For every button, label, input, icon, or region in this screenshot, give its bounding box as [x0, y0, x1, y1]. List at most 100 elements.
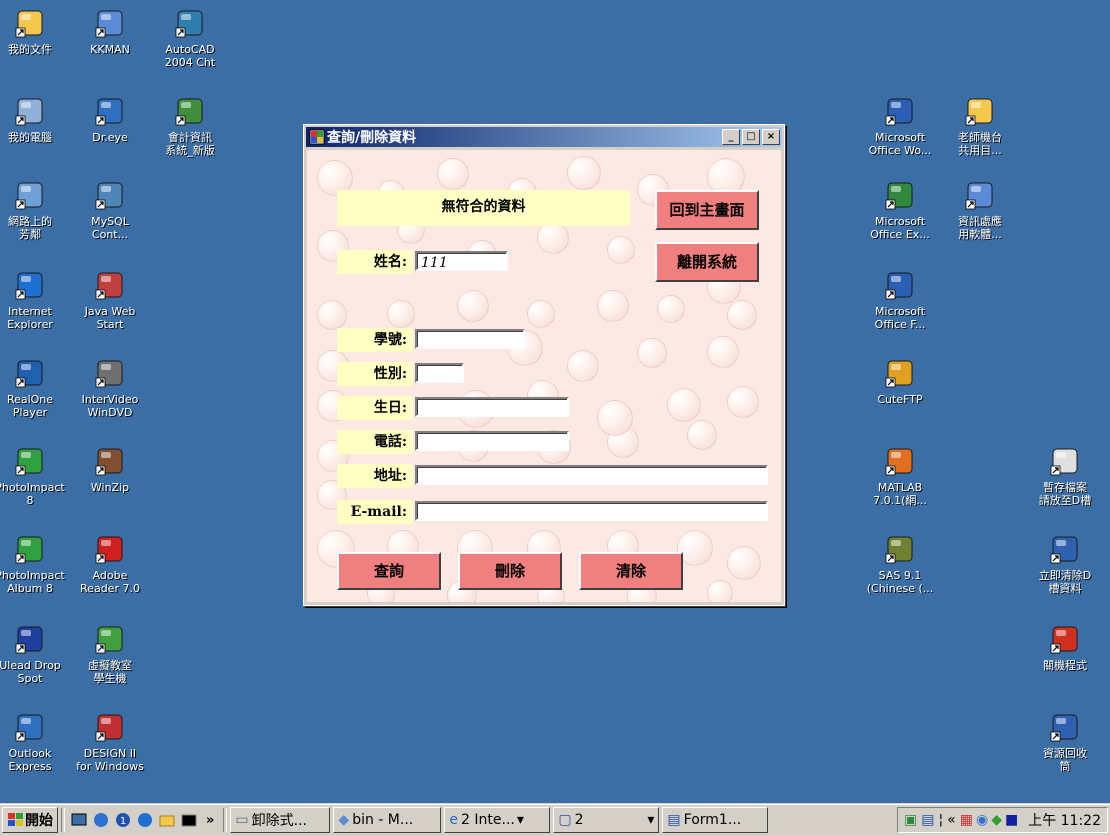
start-button[interactable]: 開始 — [2, 807, 58, 833]
background-bubble — [437, 158, 469, 190]
ime-icon[interactable]: ▣ — [904, 812, 917, 828]
desktop-shortcut[interactable]: 網路上的 芳鄰 — [0, 180, 70, 241]
name-field[interactable]: 111 — [415, 251, 508, 271]
back-to-main-button[interactable]: 回到主畫面 — [655, 190, 759, 230]
desktop-shortcut[interactable]: KKMAN — [70, 8, 150, 56]
quicklaunch-ie-icon[interactable] — [136, 811, 154, 829]
birthday-label: 生日: — [337, 396, 413, 420]
taskbar-separator — [61, 808, 65, 832]
address-label: 地址: — [337, 464, 413, 488]
desktop-shortcut[interactable]: Microsoft Office F... — [860, 270, 940, 331]
quicklaunch-console-icon[interactable] — [180, 811, 198, 829]
shortcut-label: Internet Explorer — [7, 305, 53, 331]
frontpage-icon — [884, 270, 916, 302]
desktop-shortcut[interactable]: RealOne Player — [0, 358, 70, 419]
dropdown-arrow-icon: ▾ — [516, 812, 524, 828]
desktop-shortcut[interactable]: 資源回收 筒 — [1025, 712, 1105, 773]
desktop-shortcut[interactable]: WinZip — [70, 446, 150, 494]
desktop-shortcut[interactable]: 我的電腦 — [0, 96, 70, 144]
quicklaunch-chevron[interactable]: » — [206, 813, 214, 828]
ulead-drop-icon — [14, 624, 46, 656]
shutdown-icon — [1049, 624, 1081, 656]
desktop-shortcut[interactable]: MySQL Cont... — [70, 180, 150, 241]
desktop-shortcut[interactable]: MATLAB 7.0.1(網... — [860, 446, 940, 507]
desktop-shortcut[interactable]: Dr.eye — [70, 96, 150, 144]
query-button[interactable]: 查詢 — [337, 552, 441, 590]
task-bin[interactable]: ◆ bin - M... — [333, 807, 442, 833]
maximize-button[interactable]: □ — [742, 129, 760, 145]
desktop-shortcut[interactable]: CuteFTP — [860, 358, 940, 406]
task-form1[interactable]: ▤ Form1... — [662, 807, 769, 833]
delete-button[interactable]: 刪除 — [458, 552, 562, 590]
close-button[interactable]: × — [762, 129, 780, 145]
title-bar[interactable]: 查詢/刪除資料 _ □ × — [306, 127, 782, 147]
tray-app-icon-3[interactable]: ◆ — [991, 812, 1002, 828]
quicklaunch-folder-icon[interactable] — [158, 811, 176, 829]
shortcut-label: 立即清除D 槽資料 — [1038, 569, 1092, 595]
desktop-shortcut[interactable]: AutoCAD 2004 Cht — [150, 8, 230, 69]
show-desktop-icon[interactable] — [70, 811, 88, 829]
desktop-shortcut[interactable]: 暫存檔案 請放至D槽 — [1025, 446, 1105, 507]
student-id-field[interactable] — [415, 329, 525, 349]
cuteftp-icon — [884, 358, 916, 390]
background-bubble — [707, 336, 739, 368]
background-bubble — [567, 350, 599, 382]
desktop-shortcut[interactable]: Microsoft Office Ex... — [860, 180, 940, 241]
desktop-shortcut[interactable]: 虛擬教室 學生機 — [70, 624, 150, 685]
desktop-shortcut[interactable]: PhotoImpact Album 8 — [0, 534, 70, 595]
desktop-shortcut[interactable]: Outlook Express — [0, 712, 70, 773]
desktop-shortcut[interactable]: Adobe Reader 7.0 — [70, 534, 150, 595]
minimize-button[interactable]: _ — [722, 129, 740, 145]
shortcut-label: CuteFTP — [877, 393, 923, 406]
tray-app-icon-2[interactable]: ◉ — [976, 812, 988, 828]
background-bubble — [727, 300, 757, 330]
status-message: 無符合的資料 — [337, 190, 630, 226]
task-2[interactable]: ▢ 2 ▾ — [553, 807, 660, 833]
shortcut-label: 會計資訊 系統_新版 — [165, 131, 215, 157]
tray-expand-chevron[interactable]: « — [947, 812, 956, 828]
desktop-shortcut[interactable]: PhotoImpact 8 — [0, 446, 70, 507]
desktop-shortcut[interactable]: 關機程式 — [1025, 624, 1105, 672]
dropdown-arrow-icon: ▾ — [647, 812, 655, 828]
clock[interactable]: 上午 11:22 — [1028, 810, 1101, 830]
task-removable-disk[interactable]: ▭ 卸除式... — [230, 807, 331, 833]
kkman-small-icon: ◆ — [338, 812, 350, 828]
desktop-shortcut[interactable]: 會計資訊 系統_新版 — [150, 96, 230, 157]
desktop-shortcut[interactable]: Ulead Drop Spot — [0, 624, 70, 685]
desktop-shortcut[interactable]: Internet Explorer — [0, 270, 70, 331]
phone-field[interactable] — [415, 431, 569, 451]
shortcut-label: Microsoft Office F... — [874, 305, 926, 331]
desktop-shortcut[interactable]: DESIGN II for Windows — [70, 712, 150, 773]
exit-system-button[interactable]: 離開系統 — [655, 242, 759, 282]
address-field[interactable] — [415, 465, 768, 485]
input-method-icon[interactable]: ▤ — [921, 812, 934, 828]
desktop-shortcut[interactable]: SAS 9.1 (Chinese (... — [860, 534, 940, 595]
desktop-shortcut[interactable]: InterVideo WinDVD — [70, 358, 150, 419]
network-icon — [14, 180, 46, 212]
gender-field[interactable] — [415, 363, 464, 383]
shortcut-label: PhotoImpact 8 — [0, 481, 65, 507]
quicklaunch-realone-icon[interactable]: 1 — [114, 811, 132, 829]
background-bubble — [527, 300, 555, 328]
desktop-shortcut[interactable]: Java Web Start — [70, 270, 150, 331]
quicklaunch-blue-icon[interactable] — [92, 811, 110, 829]
desktop-shortcut[interactable]: 立即清除D 槽資料 — [1025, 534, 1105, 595]
tray-app-icon-1[interactable]: ▦ — [960, 812, 973, 828]
teacher-share-icon — [964, 96, 996, 128]
desktop-shortcut[interactable]: 老師機台 共用目... — [940, 96, 1020, 157]
autocad-icon — [174, 8, 206, 40]
background-bubble — [607, 236, 635, 264]
java-web-start-icon — [94, 270, 126, 302]
shortcut-label: MySQL Cont... — [91, 215, 129, 241]
desktop-shortcut[interactable]: 資訊處應 用軟體... — [940, 180, 1020, 241]
desktop-shortcut[interactable]: Microsoft Office Wo... — [860, 96, 940, 157]
clear-button[interactable]: 清除 — [579, 552, 683, 590]
photoimpact-icon — [14, 446, 46, 478]
phone-label: 電話: — [337, 430, 413, 454]
desktop-shortcut[interactable]: 我的文件 — [0, 8, 70, 56]
task-internet[interactable]: e 2 Inte... ▾ — [444, 807, 551, 833]
birthday-field[interactable] — [415, 397, 569, 417]
tray-app-icon-4[interactable]: ■ — [1005, 812, 1018, 828]
form-client-area: 無符合的資料 回到主畫面 離開系統 姓名: 111 學號: 性別: 生日: 電話… — [307, 150, 781, 602]
email-field[interactable] — [415, 501, 768, 521]
